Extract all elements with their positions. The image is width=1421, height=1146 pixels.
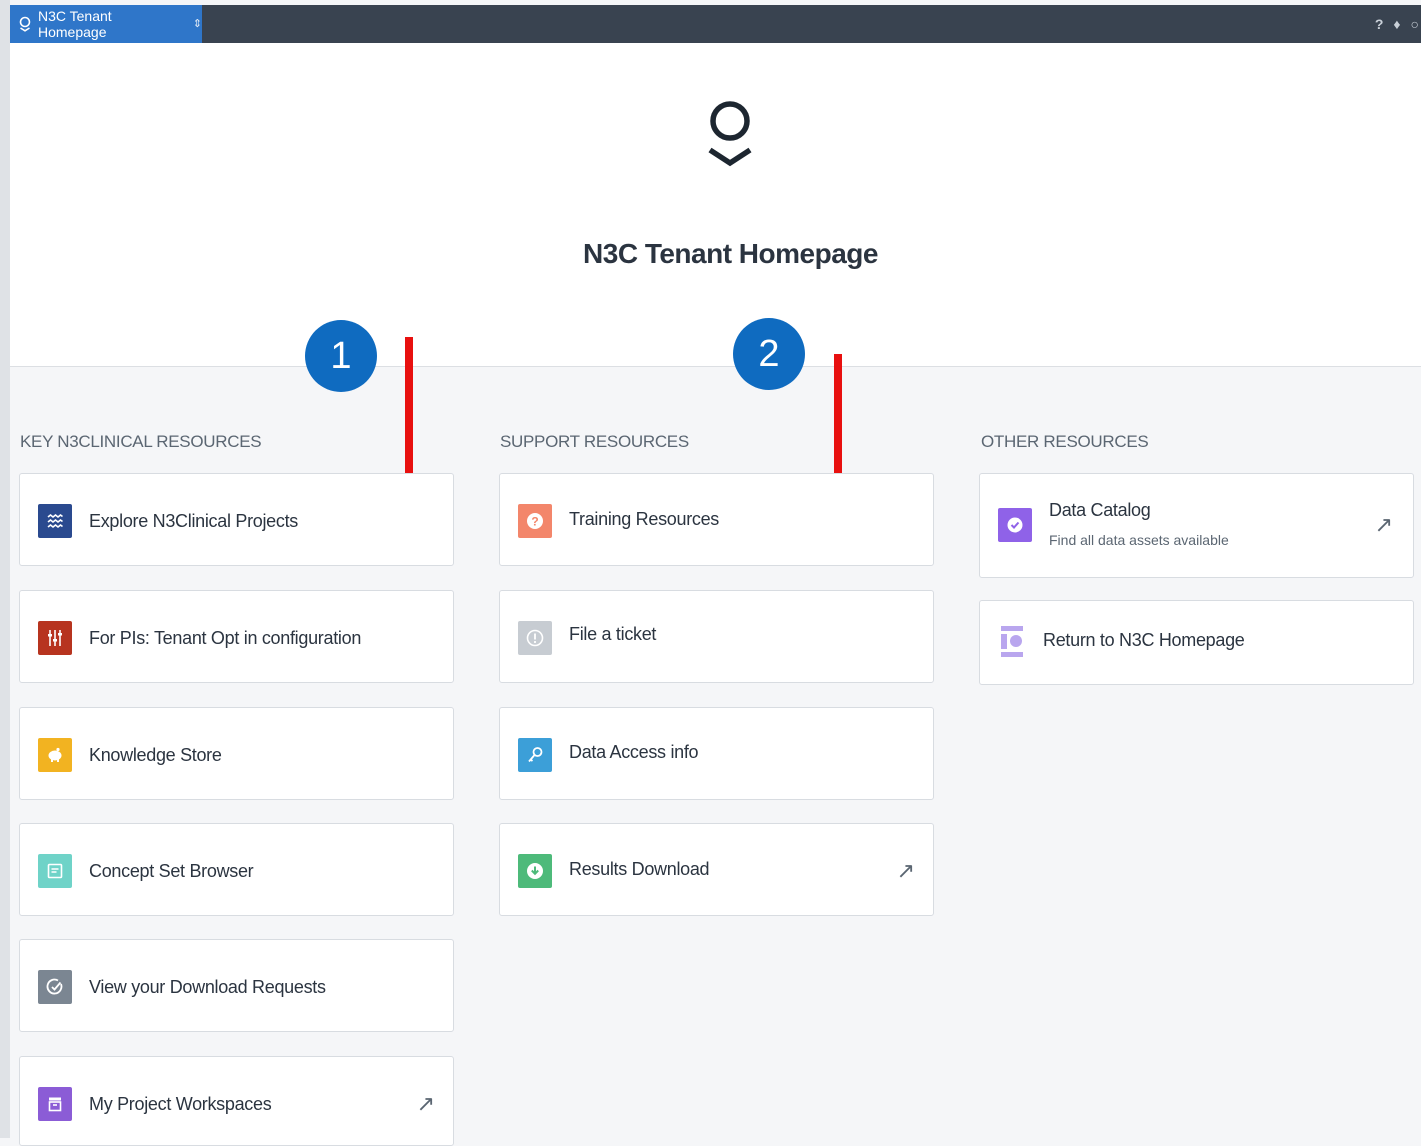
page-title: N3C Tenant Homepage (583, 238, 878, 269)
section-title-key-resources: KEY N3CLINICAL RESOURCES (20, 432, 262, 451)
step-marker-1: 1 (305, 320, 377, 392)
workspace-tab[interactable]: N3C Tenant Homepage ⇕ (10, 5, 202, 43)
resource-card-label: Data Access info (569, 742, 699, 762)
top-bar: N3C Tenant Homepage ⇕ ? ♦ ○ (10, 5, 1421, 43)
download-icon (518, 854, 552, 888)
document-icon (38, 854, 72, 888)
check-circle-icon (38, 970, 72, 1004)
left-rail (0, 0, 10, 1138)
external-link-icon: ↗ (896, 858, 915, 883)
resource-card-subtitle: Find all data assets available (1049, 532, 1229, 548)
resource-card-results-download[interactable]: Results Download ↗ (499, 823, 934, 916)
waves-icon (38, 504, 72, 538)
resource-card-label: Concept Set Browser (89, 861, 254, 881)
external-link-icon: ↗ (416, 1091, 435, 1116)
section-title-support-resources: SUPPORT RESOURCES (500, 432, 689, 451)
resource-card-label: Knowledge Store (89, 745, 222, 765)
layout-icon (999, 625, 1025, 659)
resource-card-label: Results Download (569, 859, 710, 879)
resource-card-explore-projects[interactable]: Explore N3Clinical Projects (19, 473, 454, 566)
key-icon (518, 738, 552, 772)
resource-card-label: File a ticket (569, 624, 657, 644)
resource-card-label: Return to N3C Homepage (1043, 630, 1245, 650)
resource-card-data-catalog[interactable]: Data Catalog Find all data assets availa… (979, 473, 1414, 578)
question-icon: ? (518, 504, 552, 538)
svg-text:?: ? (531, 515, 538, 529)
palantir-logo-icon (19, 16, 31, 32)
verified-badge-icon (998, 508, 1032, 542)
resource-card-label: Training Resources (569, 509, 719, 529)
resource-card-file-ticket[interactable]: File a ticket (499, 590, 934, 683)
resource-card-project-workspaces[interactable]: My Project Workspaces ↗ (19, 1056, 454, 1146)
hero: N3C Tenant Homepage (10, 43, 1421, 367)
resource-card-label: Explore N3Clinical Projects (89, 511, 298, 531)
resource-card-label: For PIs: Tenant Opt in configuration (89, 628, 362, 648)
page: N3C Tenant Homepage ⇕ ? ♦ ○ N3C Tenant H… (0, 0, 1421, 1146)
section-title-other-resources: OTHER RESOURCES (981, 432, 1149, 451)
workspace-tab-label: N3C Tenant Homepage (38, 8, 112, 40)
step-marker-2: 2 (733, 318, 805, 390)
resource-card-knowledge-store[interactable]: Knowledge Store (19, 707, 454, 800)
resource-card-label: My Project Workspaces (89, 1094, 272, 1114)
archive-icon (38, 1087, 72, 1121)
resource-card-data-access-info[interactable]: Data Access info (499, 707, 934, 800)
piggy-bank-icon (38, 738, 72, 772)
user-account-icon[interactable]: ○ (1411, 16, 1419, 32)
resource-card-download-requests[interactable]: View your Download Requests (19, 939, 454, 1032)
palantir-logo-icon (708, 101, 752, 167)
info-icon (518, 621, 552, 655)
top-right-icons: ? ♦ ○ (1375, 5, 1421, 43)
notification-bell-icon[interactable]: ♦ (1393, 16, 1400, 32)
chevron-updown-icon: ⇕ (192, 17, 202, 30)
resource-card-tenant-opt-in[interactable]: For PIs: Tenant Opt in configuration (19, 590, 454, 683)
resource-card-label: View your Download Requests (89, 977, 326, 997)
resource-card-concept-set-browser[interactable]: Concept Set Browser (19, 823, 454, 916)
help-icon[interactable]: ? (1375, 16, 1384, 32)
sliders-icon (38, 621, 72, 655)
external-link-icon: ↗ (1374, 512, 1393, 537)
resource-card-return-homepage[interactable]: Return to N3C Homepage (979, 600, 1414, 685)
resource-card-training-resources[interactable]: ? Training Resources (499, 473, 934, 566)
resource-card-label: Data Catalog (1049, 500, 1151, 520)
